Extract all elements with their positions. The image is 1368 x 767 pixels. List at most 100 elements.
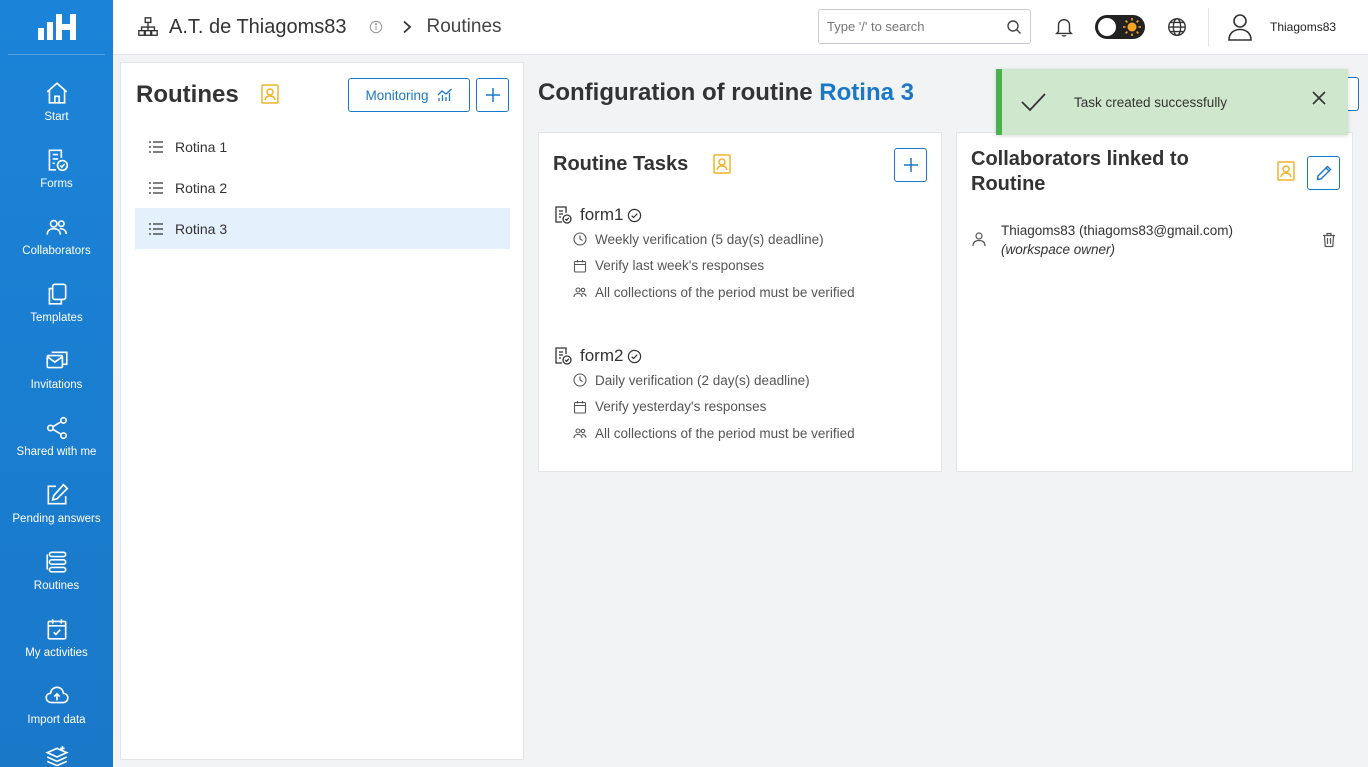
sidebar-item-forms[interactable]: Forms — [0, 135, 113, 202]
org-breadcrumb[interactable]: A.T. de Thiagoms83 — [137, 16, 347, 39]
routine-item-label: Rotina 2 — [175, 179, 228, 196]
close-icon[interactable] — [1312, 91, 1326, 105]
clock-icon — [573, 373, 587, 387]
edit-icon — [47, 483, 68, 505]
routines-panel: Routines Monitoring Rotina 1 Rotina 2 Ro… — [120, 62, 524, 760]
calendar-icon — [573, 400, 587, 414]
collaborator-role: (workspace owner) — [1001, 242, 1116, 257]
user-avatar-icon[interactable] — [1227, 13, 1253, 41]
toggle-knob — [1098, 18, 1116, 36]
routine-item-rotina-3[interactable]: Rotina 3 — [135, 208, 510, 249]
search-input[interactable] — [827, 19, 997, 34]
cloud-upload-icon — [44, 686, 69, 704]
sidebar-item-label: Start — [44, 111, 69, 123]
collaborators-card: Collaborators linked to Routine Thiagoms… — [956, 132, 1353, 472]
chevron-right-icon — [402, 20, 411, 34]
collaborator-row: Thiagoms83 (thiagoms83@gmail.com) (works… — [971, 221, 1233, 259]
sidebar-item-import-data[interactable]: Import data — [0, 671, 113, 738]
check-circle-icon — [628, 349, 642, 363]
routine-item-rotina-1[interactable]: Rotina 1 — [135, 126, 510, 167]
routine-tasks-title: Routine Tasks — [553, 153, 689, 175]
check-icon — [1021, 93, 1046, 112]
sidebar-item-pending-answers[interactable]: Pending answers — [0, 470, 113, 537]
task-header[interactable]: form2 — [553, 345, 855, 367]
task-frequency-text: Daily verification (2 day(s) deadline) — [595, 372, 810, 388]
app-logo[interactable] — [8, 0, 105, 55]
form-check-icon — [555, 347, 572, 365]
contact-book-icon[interactable] — [712, 153, 732, 175]
sidebar-item-label: Routines — [33, 580, 80, 592]
share-icon — [46, 416, 67, 440]
bell-icon[interactable] — [1053, 16, 1075, 38]
routine-item-label: Rotina 3 — [175, 220, 228, 237]
sidebar-item-templates[interactable]: Templates — [0, 269, 113, 336]
task-item: form1 Weekly verification (5 day(s) dead… — [553, 204, 855, 306]
contact-book-icon[interactable] — [1276, 160, 1296, 182]
search-box[interactable] — [818, 9, 1031, 44]
calendar-check-icon — [47, 619, 66, 640]
task-item: form2 Daily verification (2 day(s) deadl… — [553, 345, 855, 447]
task-period: Verify yesterday's responses — [553, 394, 855, 421]
info-icon[interactable] — [369, 20, 383, 34]
form-check-icon — [555, 206, 572, 224]
sidebar-item-routines[interactable]: Routines — [0, 537, 113, 604]
calendar-icon — [573, 259, 587, 273]
theme-toggle[interactable] — [1095, 15, 1145, 39]
task-period: Verify last week's responses — [553, 253, 855, 280]
sidebar-item-invitations[interactable]: Invitations — [0, 336, 113, 403]
top-header: A.T. de Thiagoms83 Routines Thiagoms83 — [113, 0, 1368, 55]
config-title: Configuration of routine Rotina 3 — [538, 79, 914, 107]
sidebar-item-start[interactable]: Start — [0, 68, 113, 135]
task-collections: All collections of the period must be ve… — [553, 420, 855, 447]
collaborators-title: Collaborators linked to Routine — [971, 148, 1189, 195]
list-icon — [149, 140, 163, 153]
plus-icon — [903, 158, 918, 172]
sidebar-item-label: Import data — [27, 714, 86, 726]
list-icon — [149, 222, 163, 235]
sidebar-item-layers[interactable] — [0, 738, 113, 767]
list-icon — [149, 181, 163, 194]
task-name: form1 — [580, 205, 624, 224]
sidebar-item-collaborators[interactable]: Collaborators — [0, 202, 113, 269]
monitoring-button[interactable]: Monitoring — [348, 78, 470, 112]
sidebar-item-label: Collaborators — [22, 245, 91, 257]
sidebar-item-label: Pending answers — [12, 513, 101, 525]
collaborator-name: Thiagoms83 (thiagoms83@gmail.com) — [1001, 223, 1234, 238]
pencil-icon — [1316, 165, 1331, 181]
task-collections-text: All collections of the period must be ve… — [595, 425, 855, 441]
copy-icon — [48, 283, 66, 305]
config-title-prefix: Configuration of routine — [538, 79, 813, 106]
sidebar: Start Forms Collaborators Templates Invi… — [0, 0, 113, 767]
home-icon — [46, 82, 67, 104]
envelope-icon — [45, 351, 68, 369]
monitoring-label: Monitoring — [365, 87, 429, 103]
edit-collaborators-button[interactable] — [1307, 156, 1340, 190]
contact-book-icon[interactable] — [260, 83, 280, 105]
plus-icon — [485, 88, 500, 102]
person-icon — [972, 232, 986, 247]
breadcrumb-current: Routines — [426, 16, 502, 37]
globe-icon[interactable] — [1166, 16, 1188, 38]
task-period-text: Verify yesterday's responses — [595, 399, 767, 415]
trash-icon[interactable] — [1321, 232, 1337, 248]
sidebar-item-label: Forms — [40, 178, 73, 190]
sidebar-item-my-activities[interactable]: My activities — [0, 604, 113, 671]
add-task-button[interactable] — [894, 148, 927, 182]
users-icon — [45, 219, 67, 235]
username[interactable]: Thiagoms83 — [1270, 20, 1336, 34]
task-period-text: Verify last week's responses — [595, 258, 765, 274]
search-icon[interactable] — [1006, 19, 1022, 35]
task-frequency: Daily verification (2 day(s) deadline) — [553, 367, 855, 394]
clock-icon — [573, 232, 587, 246]
add-routine-button[interactable] — [476, 78, 509, 112]
org-name[interactable]: A.T. de Thiagoms83 — [169, 16, 347, 39]
sidebar-item-label: My activities — [25, 647, 88, 659]
task-header[interactable]: form1 — [553, 204, 855, 226]
sidebar-item-shared-with-me[interactable]: Shared with me — [0, 403, 113, 470]
routines-title: Routines — [136, 81, 239, 108]
task-collections: All collections of the period must be ve… — [553, 279, 855, 306]
config-routine-name: Rotina 3 — [819, 79, 914, 106]
routines-icon — [45, 551, 66, 573]
routine-item-rotina-2[interactable]: Rotina 2 — [135, 167, 510, 208]
sun-icon — [1123, 18, 1141, 36]
